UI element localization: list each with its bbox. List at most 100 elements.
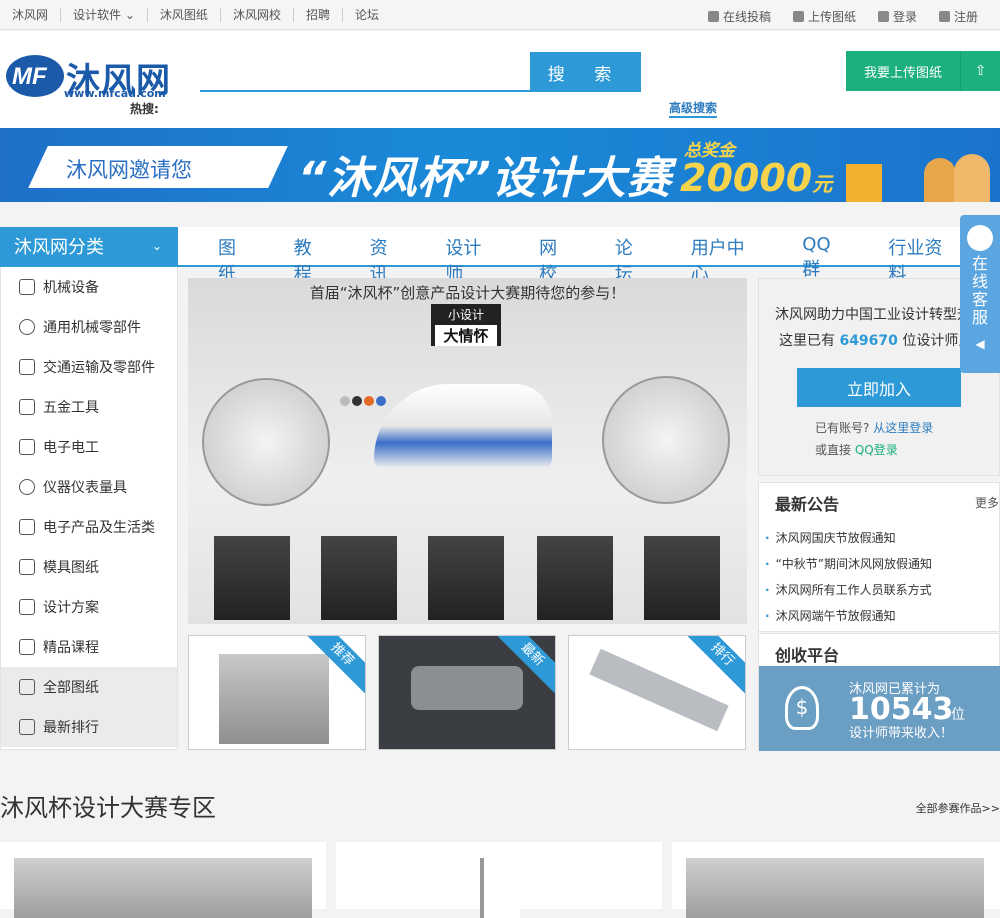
login-link[interactable]: 登录 — [877, 8, 917, 25]
cad-crossbow-image — [589, 648, 729, 732]
latest-thumb[interactable]: 最新 — [378, 635, 556, 750]
swatch — [376, 396, 386, 406]
contest-zone-title: 沐风杯设计大赛专区 — [0, 794, 216, 822]
category-menu-button[interactable]: 沐风网分类 ⌄ — [0, 227, 178, 267]
lightbulb-dollar-icon: $ — [785, 686, 819, 730]
pencil-icon — [938, 11, 950, 22]
sidebar-item-electrical[interactable]: 电子电工 — [1, 427, 177, 467]
designer-count: 649670 — [839, 333, 898, 349]
sidebar-item-machinery[interactable]: 机械设备 — [1, 267, 177, 307]
all-entries-link[interactable]: 全部参赛作品>> — [916, 800, 1000, 816]
sidebar-item-molds[interactable]: 模具图纸 — [1, 547, 177, 587]
register-link[interactable]: 注册 — [938, 8, 978, 25]
contest-banner[interactable]: 沐风网邀请您 参加 “沐风杯”设计大赛 总奖金 20000元 — [0, 128, 1000, 202]
announcements-title: 最新公告 — [775, 495, 840, 514]
advanced-search-link[interactable]: 高级搜索 — [669, 100, 718, 118]
iron-detail-image — [202, 378, 330, 506]
join-now-button[interactable]: 立即加入 — [797, 368, 961, 407]
contest-entry-card[interactable] — [0, 842, 326, 918]
sidebar-item-label: 交通运输及零部件 — [43, 360, 155, 376]
hero-slide[interactable]: 首届“沐风杯”创意产品设计大赛期待您的参与！ 小设计 大情怀 — [188, 278, 747, 624]
submit-link[interactable]: 在线投稿 — [707, 8, 771, 25]
banner-join: 参加 — [198, 153, 255, 186]
top-link-software[interactable]: 设计软件 ⌄ — [60, 8, 147, 22]
search-button[interactable]: 搜 索 — [530, 52, 641, 92]
sidebar-item-electronics[interactable]: 电子产品及生活类 — [1, 507, 177, 547]
logo-mark: MF — [6, 55, 64, 97]
panel-count-line: 这里已有 649670 位设计师入驻 — [779, 330, 986, 350]
gauge-icon — [19, 479, 35, 495]
entry-image — [480, 858, 520, 918]
income-title: 创收平台 — [775, 646, 840, 665]
or-direct-label: 或直接 — [815, 443, 852, 457]
top-link-mfcad[interactable]: 沐风网 — [12, 8, 60, 22]
sidebar-item-courses[interactable]: 精品课程 — [1, 627, 177, 667]
income-unit: 位 — [951, 707, 965, 723]
hero-badge: 小设计 大情怀 — [431, 304, 501, 346]
existing-account-line: 已有账号? 从这里登录 — [815, 419, 933, 436]
top-link-software-label: 设计软件 — [73, 8, 122, 22]
income-bring: 设计师带来收入！ — [849, 726, 954, 741]
existing-account-label: 已有账号? — [815, 421, 870, 435]
announcement-item[interactable]: 沐风网国庆节放假通知 — [765, 525, 932, 551]
upload-drawing-label: 我要上传图纸 — [863, 65, 942, 81]
upload-link[interactable]: 上传图纸 — [792, 8, 856, 25]
cad-machine-image — [219, 654, 329, 744]
ranking-thumb[interactable]: 排行 — [568, 635, 746, 750]
truck-icon — [19, 359, 35, 375]
entry-image — [686, 858, 984, 918]
register-label: 注册 — [953, 10, 978, 24]
user-icon — [877, 11, 889, 22]
announcement-item[interactable]: 沐风网所有工作人员联系方式 — [765, 577, 932, 603]
income-box[interactable]: $ 沐风网已累计为 10543 位 设计师带来收入！ — [759, 666, 1000, 751]
sidebar-item-transport[interactable]: 交通运输及零部件 — [1, 347, 177, 387]
sidebar-item-rankings[interactable]: 最新排行 — [1, 707, 177, 747]
sidebar-item-label: 五金工具 — [43, 400, 99, 416]
contest-entry-card[interactable] — [336, 842, 662, 918]
qq-login-link[interactable]: QQ登录 — [855, 443, 898, 457]
search-input[interactable] — [200, 52, 530, 90]
person-illustration — [924, 158, 956, 202]
sidebar-item-instruments[interactable]: 仪器仪表量具 — [1, 467, 177, 507]
lightning-icon — [19, 439, 35, 455]
login-label: 登录 — [892, 10, 917, 24]
online-service-widget[interactable]: 在 线 客 服 ◀ — [960, 215, 1000, 373]
sidebar-item-all-drawings[interactable]: 全部图纸 — [1, 667, 177, 707]
contest-entry-card[interactable] — [672, 842, 1000, 918]
building-illustration — [846, 164, 882, 202]
sidebar-item-label: 精品课程 — [43, 640, 99, 656]
color-swatches — [340, 396, 386, 406]
sidebar-item-label: 最新排行 — [43, 720, 99, 736]
sidebar-item-label: 电子电工 — [43, 440, 99, 456]
announcement-item[interactable]: 沐风网端午节放假通知 — [765, 603, 932, 629]
service-text-3: 客 — [971, 290, 988, 309]
top-actions: 在线投稿 上传图纸 登录 注册 — [707, 8, 978, 25]
upload-drawing-button[interactable]: 我要上传图纸 ⇧ — [846, 51, 1000, 91]
top-link-forum[interactable]: 论坛 — [341, 8, 391, 22]
site-logo[interactable]: MF 沐风网 www.mfcad.com 热搜: — [6, 53, 171, 123]
sidebar-item-hardware[interactable]: 五金工具 — [1, 387, 177, 427]
top-link-drawings[interactable]: 沐风图纸 — [146, 8, 220, 22]
sidebar-item-parts[interactable]: 通用机械零部件 — [1, 307, 177, 347]
logo-mark-text: MF — [12, 63, 47, 90]
upload-label: 上传图纸 — [807, 10, 856, 24]
sidebar-item-design-plans[interactable]: 设计方案 — [1, 587, 177, 627]
announcements-more-link[interactable]: 更多 — [975, 494, 999, 511]
top-link-school[interactable]: 沐风网校 — [219, 8, 293, 22]
announcement-item[interactable]: “中秋节”期间沐风网放假通知 — [765, 551, 932, 577]
panel-count-prefix: 这里已有 — [779, 333, 835, 349]
recommended-thumb[interactable]: 推荐 — [188, 635, 366, 750]
blueprint-icon — [19, 599, 35, 615]
announcements: 最新公告 更多 沐风网国庆节放假通知 “中秋节”期间沐风网放假通知 沐风网所有工… — [758, 482, 1000, 632]
sidebar-item-label: 设计方案 — [43, 600, 99, 616]
login-here-link[interactable]: 从这里登录 — [873, 421, 933, 435]
iron-detail-image — [602, 376, 730, 504]
mold-icon — [19, 559, 35, 575]
top-link-jobs[interactable]: 招聘 — [292, 8, 342, 22]
sidebar-item-label: 仪器仪表量具 — [43, 480, 127, 496]
submit-icon — [707, 11, 719, 22]
upload-icon — [792, 11, 804, 22]
model-photo — [428, 536, 504, 620]
bar-chart-icon — [19, 719, 35, 735]
star-icon — [19, 639, 35, 655]
